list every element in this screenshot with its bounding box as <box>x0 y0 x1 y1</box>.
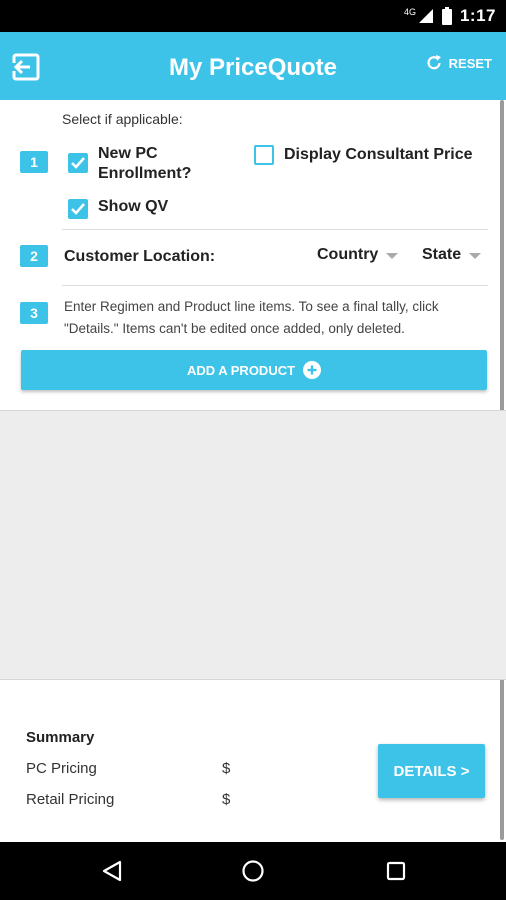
reset-label: RESET <box>448 55 492 71</box>
navigation-bar <box>0 842 506 900</box>
country-dropdown[interactable]: Country <box>317 246 399 264</box>
step-badge-2: 2 <box>20 245 48 267</box>
clock: 1:17 <box>459 6 496 25</box>
add-product-button[interactable]: ADD A PRODUCT <box>21 350 487 390</box>
refresh-icon <box>427 55 441 70</box>
details-button[interactable]: DETAILS > <box>378 744 485 798</box>
plus-circle-icon <box>303 361 322 379</box>
state-value: State <box>422 246 462 263</box>
reset-button[interactable]: RESET <box>425 54 492 72</box>
back-icon[interactable] <box>100 859 124 883</box>
display-consultant-price-label: Display Consultant Price <box>284 146 473 163</box>
dropdown-arrow-icon <box>386 253 399 259</box>
step1-hint: Select if applicable: <box>62 111 183 127</box>
new-pc-enrollment-label-line1: New PC <box>98 145 158 162</box>
dropdown-arrow-icon <box>469 253 482 259</box>
divider <box>62 285 488 286</box>
show-qv-checkbox[interactable] <box>68 199 88 219</box>
new-pc-enrollment-label: New PC Enrollment? <box>98 144 191 184</box>
customer-location-label: Customer Location: <box>64 248 216 265</box>
pc-pricing-label: PC Pricing <box>26 760 97 777</box>
check-icon <box>71 157 85 169</box>
state-dropdown[interactable]: State <box>422 246 482 264</box>
step3-instructions: Enter Regimen and Product line items. To… <box>64 299 439 336</box>
pc-pricing-value: $ <box>222 760 231 777</box>
country-value: Country <box>317 246 379 263</box>
app-bar: My PriceQuote RESET <box>0 32 506 100</box>
retail-pricing-label: Retail Pricing <box>26 791 115 808</box>
summary-title: Summary <box>26 729 95 746</box>
retail-pricing-value: $ <box>222 791 231 808</box>
step-badge-1: 1 <box>20 151 48 173</box>
check-icon <box>71 203 85 215</box>
divider <box>62 229 488 230</box>
new-pc-enrollment-checkbox[interactable] <box>68 153 88 173</box>
step-badge-3: 3 <box>20 302 48 324</box>
recents-icon[interactable] <box>384 859 408 883</box>
new-pc-enrollment-label-line2: Enrollment? <box>98 165 192 182</box>
add-product-label: ADD A PRODUCT <box>186 362 296 378</box>
product-list-area <box>0 410 506 680</box>
signal-type-label: 4G <box>403 7 416 17</box>
battery-icon <box>441 7 452 25</box>
home-icon[interactable] <box>241 859 265 883</box>
status-bar: 4G 1:17 <box>0 0 506 32</box>
display-consultant-price-checkbox[interactable] <box>254 145 274 165</box>
signal-icon <box>418 9 433 23</box>
show-qv-label: Show QV <box>98 198 169 215</box>
